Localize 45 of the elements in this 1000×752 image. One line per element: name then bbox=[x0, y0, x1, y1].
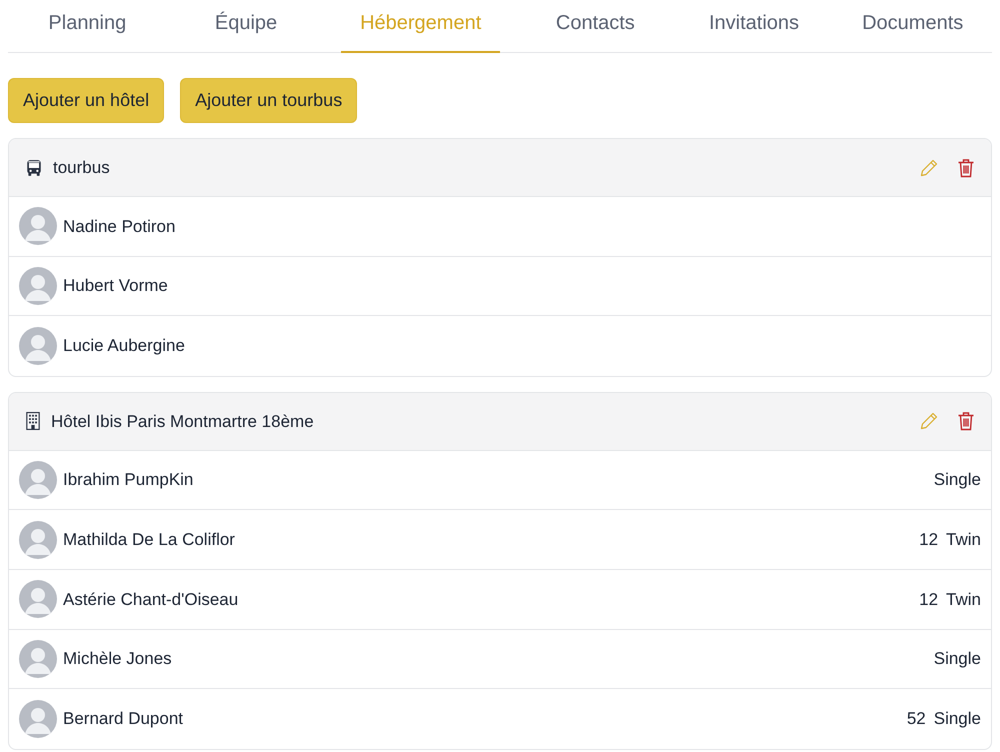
room-number: 12 bbox=[919, 528, 938, 551]
avatar bbox=[19, 266, 57, 305]
room-type: Twin bbox=[946, 528, 981, 551]
person-row[interactable]: Ibrahim PumpKin Single bbox=[9, 450, 991, 510]
person-row[interactable]: Nadine Potiron bbox=[9, 197, 991, 257]
tab[interactable]: Contacts bbox=[516, 0, 675, 53]
person-name: Mathilda De La Coliflor bbox=[63, 528, 236, 551]
person-row[interactable]: Michèle Jones Single bbox=[9, 630, 991, 690]
tab[interactable]: Équipe bbox=[166, 0, 326, 53]
person-row[interactable]: Hubert Vorme bbox=[9, 256, 991, 316]
avatar bbox=[19, 520, 57, 559]
building-icon bbox=[25, 412, 41, 430]
avatar bbox=[19, 640, 57, 678]
person-row[interactable]: Astérie Chant-d'Oiseau 12 Twin bbox=[9, 570, 991, 630]
bus-icon bbox=[25, 158, 43, 176]
person-name: Lucie Aubergine bbox=[63, 335, 186, 358]
person-row[interactable]: Mathilda De La Coliflor 12 Twin bbox=[9, 510, 991, 570]
room-type: Twin bbox=[946, 588, 981, 611]
person-row[interactable]: Bernard Dupont 52 Single bbox=[9, 689, 991, 749]
tab[interactable]: Documents bbox=[833, 0, 992, 53]
avatar bbox=[19, 326, 57, 365]
person-name: Nadine Potiron bbox=[63, 216, 176, 238]
delete-icon[interactable] bbox=[957, 158, 975, 178]
room-number: 12 bbox=[919, 588, 938, 611]
tab[interactable]: Invitations bbox=[674, 0, 834, 53]
add-tourbus-button[interactable]: Ajouter un tourbus bbox=[180, 78, 358, 123]
person-row[interactable]: Lucie Aubergine bbox=[9, 316, 991, 376]
person-name: Hubert Vorme bbox=[63, 275, 169, 298]
room-number: 52 bbox=[906, 708, 926, 730]
avatar bbox=[19, 461, 57, 500]
avatar bbox=[19, 580, 57, 618]
room-type: Single bbox=[934, 469, 981, 492]
room-type: Single bbox=[934, 648, 981, 670]
avatar bbox=[19, 700, 57, 738]
person-name: Ibrahim PumpKin bbox=[63, 469, 194, 492]
avatar bbox=[19, 207, 57, 246]
card-title: Hôtel Ibis Paris Montmartre 18ème bbox=[51, 410, 315, 433]
card-title: tourbus bbox=[53, 156, 111, 179]
room-type: Single bbox=[934, 708, 981, 730]
delete-icon[interactable] bbox=[957, 411, 975, 432]
person-name: Astérie Chant-d'Oiseau bbox=[63, 588, 240, 611]
person-name: Michèle Jones bbox=[63, 648, 173, 670]
tab[interactable]: Planning bbox=[8, 0, 167, 53]
add-hotel-button[interactable]: Ajouter un hôtel bbox=[8, 78, 164, 123]
person-name: Bernard Dupont bbox=[63, 708, 184, 730]
